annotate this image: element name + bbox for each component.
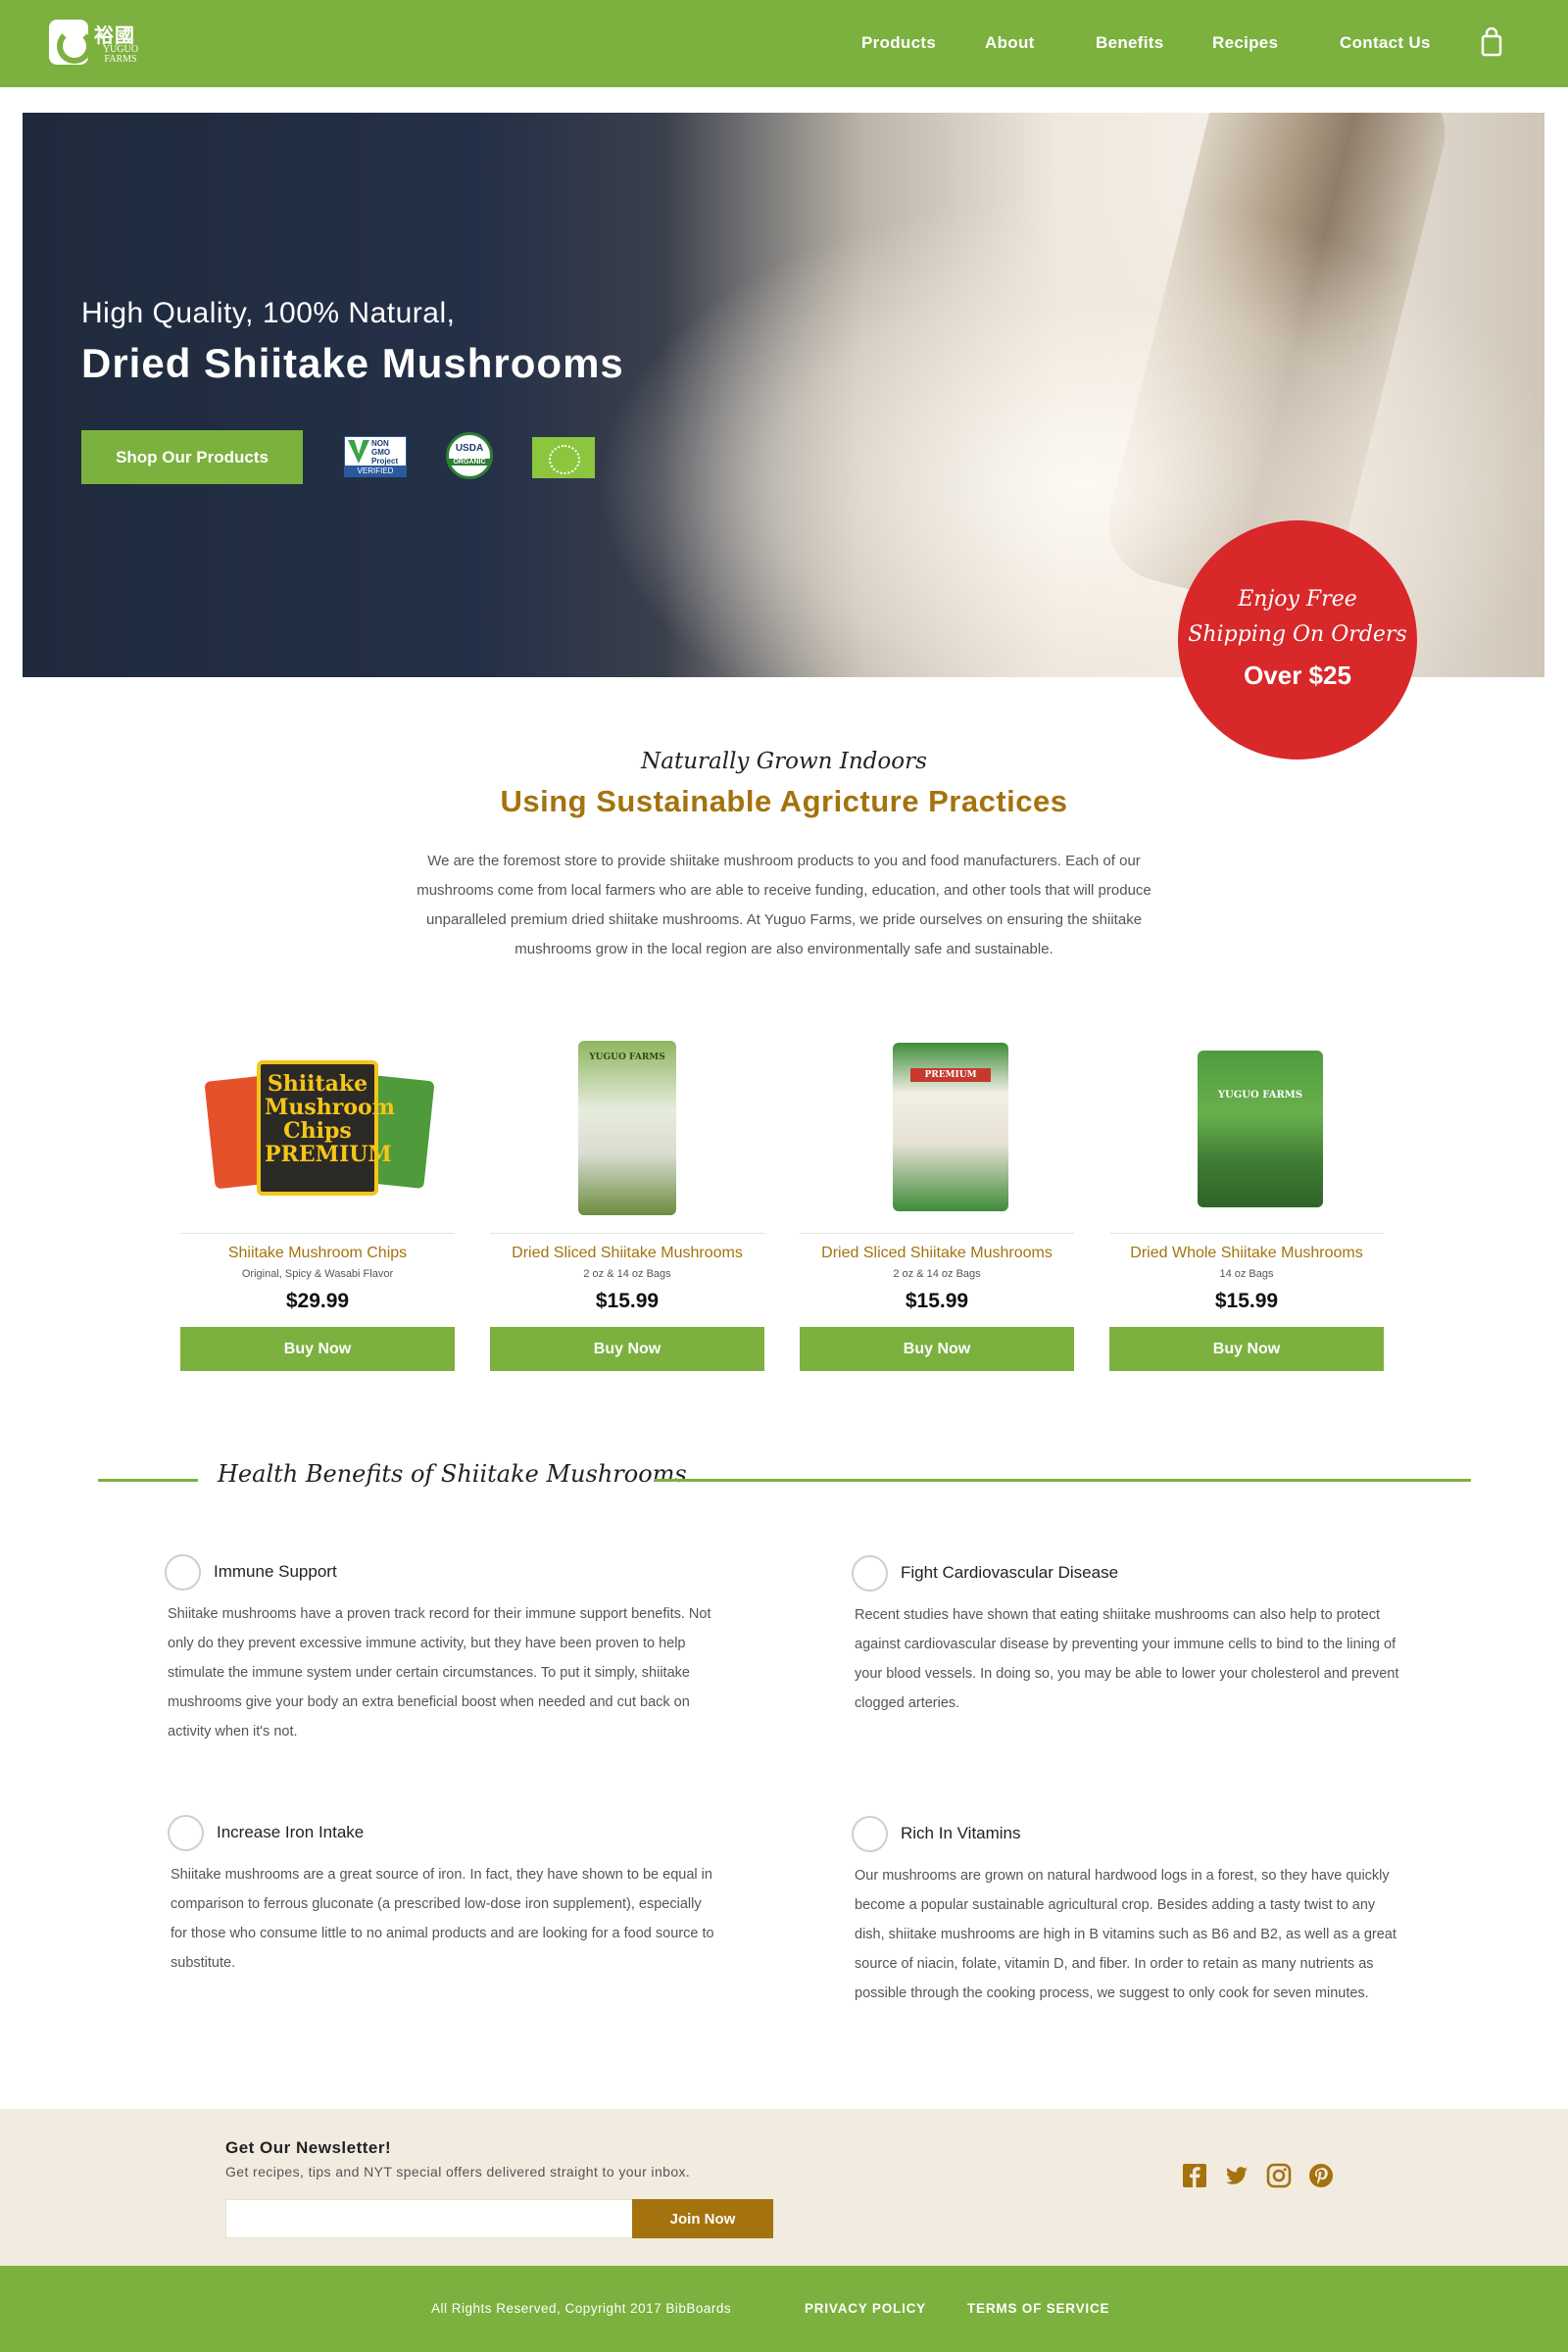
pinterest-icon[interactable] bbox=[1308, 2163, 1334, 2188]
chips-bag-main: Shiitake Mushroom Chips PREMIUM bbox=[257, 1060, 395, 1196]
newsletter-email-input[interactable] bbox=[225, 2199, 633, 2238]
privacy-policy-link[interactable]: PRIVACY POLICY bbox=[805, 2301, 926, 2316]
bag-brand-text: YUGUO FARMS bbox=[1217, 1090, 1303, 1101]
benefit-circle-icon bbox=[852, 1555, 888, 1592]
product-price: $15.99 bbox=[1214, 1290, 1279, 1312]
usda-organic-badge: USDA ORGANIC bbox=[446, 432, 493, 479]
buy-now-button[interactable]: Buy Now bbox=[180, 1327, 455, 1371]
site-footer: All Rights Reserved, Copyright 2017 BibB… bbox=[0, 2266, 1568, 2352]
terms-of-service-link[interactable]: TERMS OF SERVICE bbox=[967, 2301, 1109, 2316]
hero-title: Dried Shiitake Mushrooms bbox=[81, 340, 624, 386]
whole-mushroom-bag: YUGUO FARMS bbox=[1198, 1051, 1323, 1207]
product-name[interactable]: Dried Sliced Shiitake Mushrooms bbox=[490, 1245, 764, 1262]
logo-line-2: FARMS bbox=[104, 54, 137, 65]
site-header: 裕國 YUGUO FARMS Products About Benefits R… bbox=[0, 0, 1568, 87]
usda-label: USDA bbox=[455, 443, 484, 454]
benefits-heading: Health Benefits of Shiitake Mushrooms bbox=[218, 1460, 687, 1488]
nav-recipes[interactable]: Recipes bbox=[1212, 33, 1278, 53]
shop-products-button[interactable]: Shop Our Products bbox=[81, 430, 303, 484]
intro-body: We are the foremost store to provide shi… bbox=[416, 853, 1152, 957]
newsletter-section: Get Our Newsletter! Get recipes, tips an… bbox=[0, 2109, 1568, 2266]
sliced-bag-small: PREMIUM bbox=[893, 1043, 1008, 1211]
product-divider bbox=[800, 1233, 1074, 1234]
hero-subtitle: High Quality, 100% Natural, bbox=[81, 297, 456, 329]
shopping-bag-icon[interactable] bbox=[1481, 27, 1502, 57]
nav-products[interactable]: Products bbox=[861, 33, 936, 53]
benefit-body: Recent studies have shown that eating sh… bbox=[855, 1607, 1399, 1711]
sliced-bag-large: YUGUO FARMS bbox=[578, 1041, 676, 1215]
product-name[interactable]: Dried Whole Shiitake Mushrooms bbox=[1109, 1245, 1384, 1262]
product-card: YUGUO FARMS Dried Whole Shiitake Mushroo… bbox=[1109, 1031, 1384, 1374]
product-name[interactable]: Dried Sliced Shiitake Mushrooms bbox=[800, 1245, 1074, 1262]
benefit-body: Shiitake mushrooms have a proven track r… bbox=[168, 1606, 711, 1740]
non-gmo-label: NON GMO Project bbox=[371, 439, 399, 466]
promo-line-3: Over $25 bbox=[1244, 661, 1351, 690]
product-variant: Original, Spicy & Wasabi Flavor bbox=[241, 1268, 394, 1280]
newsletter-title: Get Our Newsletter! bbox=[225, 2138, 392, 2157]
product-image[interactable]: YUGUO FARMS bbox=[510, 1031, 745, 1227]
product-name[interactable]: Shiitake Mushroom Chips bbox=[180, 1245, 455, 1262]
nav-benefits[interactable]: Benefits bbox=[1096, 33, 1163, 53]
product-card: YUGUO FARMS Dried Sliced Shiitake Mushro… bbox=[490, 1031, 764, 1374]
product-image[interactable]: Shiitake Mushroom Chips PREMIUM bbox=[200, 1031, 435, 1227]
product-variant: 2 oz & 14 oz Bags bbox=[893, 1268, 981, 1280]
product-variant: 14 oz Bags bbox=[1219, 1268, 1274, 1280]
nav-about[interactable]: About bbox=[985, 33, 1035, 53]
buy-now-button[interactable]: Buy Now bbox=[490, 1327, 764, 1371]
organic-label: ORGANIC bbox=[449, 459, 490, 466]
facebook-icon[interactable] bbox=[1182, 2163, 1207, 2188]
promo-line-2: Shipping On Orders bbox=[1188, 622, 1407, 647]
promo-line-1: Enjoy Free bbox=[1238, 587, 1357, 612]
bag-brand-text: YUGUO FARMS bbox=[589, 1053, 665, 1062]
product-divider bbox=[180, 1233, 455, 1234]
product-card: Shiitake Mushroom Chips PREMIUM Shiitake… bbox=[180, 1031, 455, 1374]
logo-mark-icon bbox=[49, 20, 92, 65]
free-shipping-promo: Enjoy Free Shipping On Orders Over $25 bbox=[1178, 520, 1417, 760]
benefit-title: Immune Support bbox=[214, 1562, 337, 1581]
benefit-title: Fight Cardiovascular Disease bbox=[901, 1563, 1119, 1582]
footer-copyright: All Rights Reserved, Copyright 2017 BibB… bbox=[431, 2301, 732, 2316]
benefits-rule-left bbox=[98, 1479, 198, 1482]
product-image[interactable]: PREMIUM bbox=[819, 1031, 1054, 1227]
benefit-circle-icon bbox=[165, 1554, 201, 1591]
non-gmo-badge: NON GMO Project VERIFIED bbox=[344, 436, 407, 477]
buy-now-button[interactable]: Buy Now bbox=[1109, 1327, 1384, 1371]
product-divider bbox=[1109, 1233, 1384, 1234]
product-image[interactable]: YUGUO FARMS bbox=[1129, 1031, 1364, 1227]
twitter-icon[interactable] bbox=[1224, 2163, 1250, 2188]
benefits-rule-right bbox=[655, 1479, 1471, 1482]
benefit-title: Increase Iron Intake bbox=[217, 1823, 365, 1841]
nav-contact-us[interactable]: Contact Us bbox=[1340, 33, 1431, 53]
product-variant: 2 oz & 14 oz Bags bbox=[583, 1268, 671, 1280]
yuguo-farms-logo[interactable]: 裕國 YUGUO FARMS bbox=[49, 20, 147, 67]
product-price: $15.99 bbox=[595, 1290, 660, 1312]
benefit-body: Our mushrooms are grown on natural hardw… bbox=[855, 1868, 1396, 2001]
product-price: $29.99 bbox=[285, 1290, 350, 1312]
product-price: $15.99 bbox=[905, 1290, 969, 1312]
product-card: PREMIUM Dried Sliced Shiitake Mushrooms … bbox=[800, 1031, 1074, 1374]
chips-bag-text: Shiitake Mushroom Chips PREMIUM bbox=[265, 1071, 395, 1167]
bag-premium-ribbon: PREMIUM bbox=[910, 1068, 991, 1082]
benefit-circle-icon bbox=[168, 1815, 204, 1851]
instagram-icon[interactable] bbox=[1266, 2163, 1292, 2188]
intro-title: Using Sustainable Agricture Practices bbox=[500, 784, 1068, 818]
benefit-title: Rich In Vitamins bbox=[901, 1824, 1021, 1842]
newsletter-subtitle: Get recipes, tips and NYT special offers… bbox=[225, 2164, 691, 2180]
product-divider bbox=[490, 1233, 764, 1234]
non-gmo-verified: VERIFIED bbox=[345, 466, 406, 476]
logo-english-text: YUGUO FARMS bbox=[98, 45, 143, 65]
non-gmo-check-icon bbox=[348, 440, 369, 464]
intro-script-heading: Naturally Grown Indoors bbox=[641, 749, 927, 774]
buy-now-button[interactable]: Buy Now bbox=[800, 1327, 1074, 1371]
eu-organic-leaf-icon bbox=[532, 437, 595, 478]
join-now-button[interactable]: Join Now bbox=[632, 2199, 773, 2238]
benefit-body: Shiitake mushrooms are a great source of… bbox=[171, 1867, 714, 1971]
benefit-circle-icon bbox=[852, 1816, 888, 1852]
